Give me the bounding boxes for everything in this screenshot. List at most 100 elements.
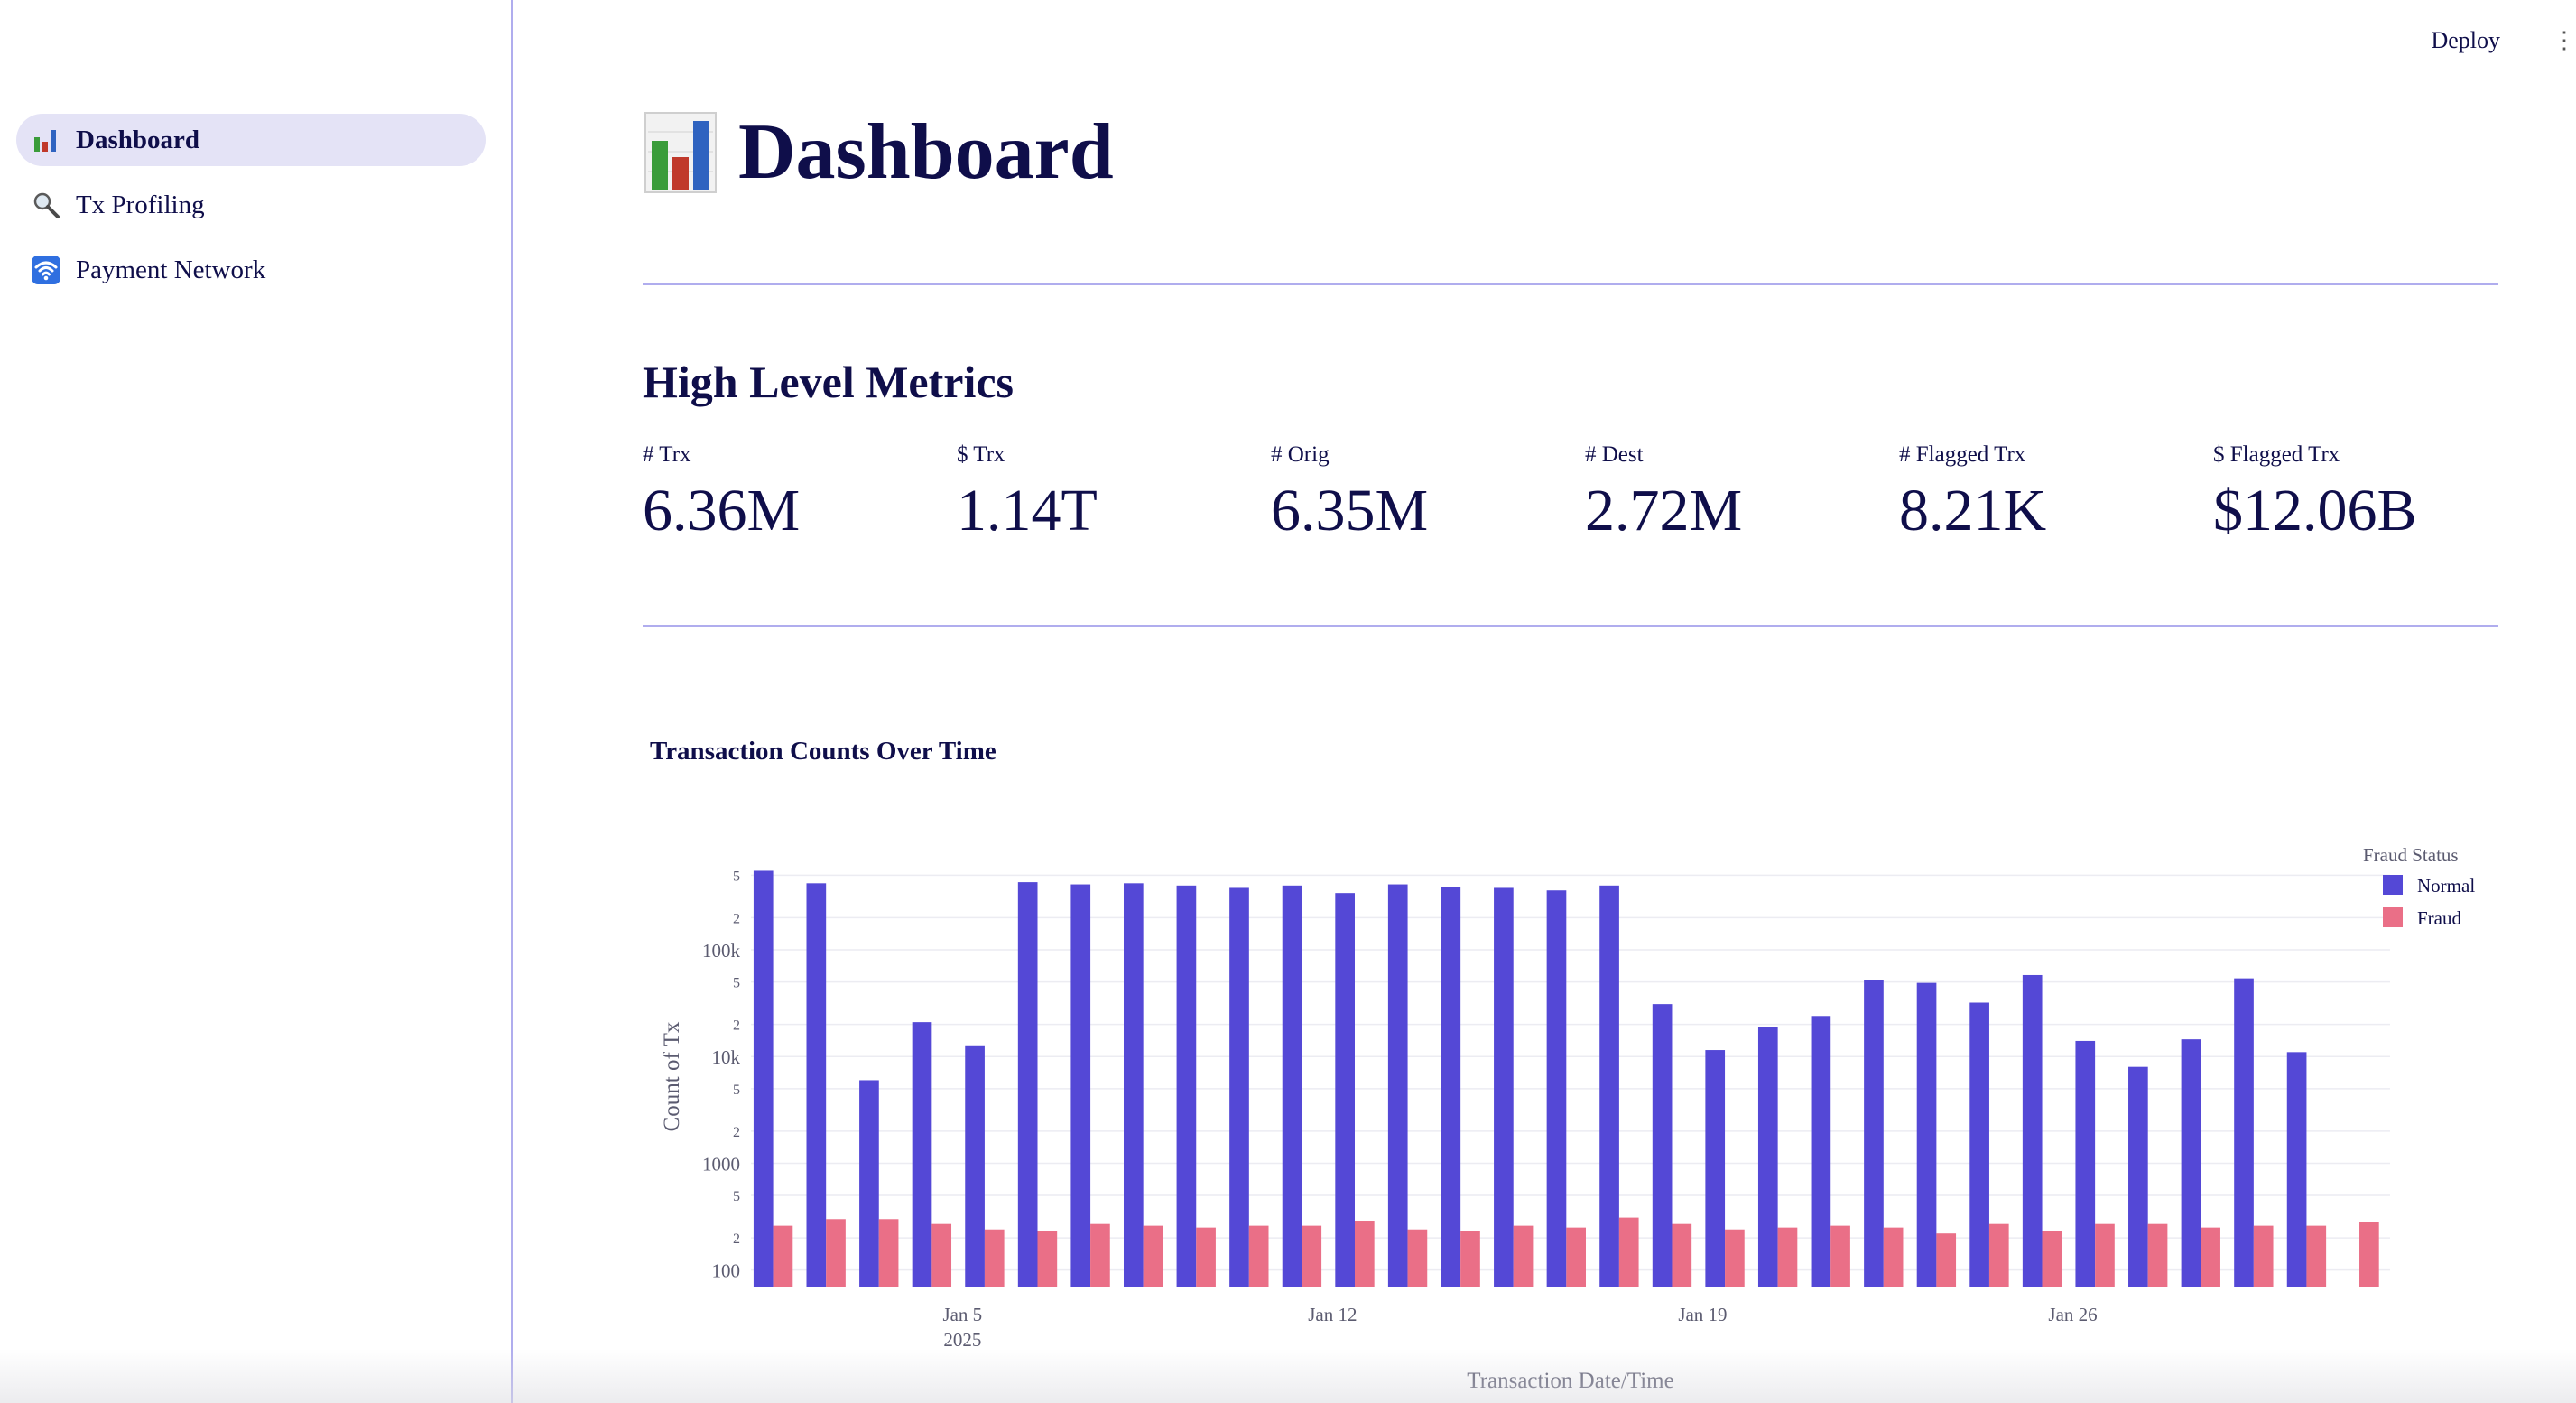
normal-bar[interactable] [2022, 974, 2043, 1287]
divider [643, 283, 2498, 285]
normal-bar[interactable] [2075, 1040, 2096, 1287]
normal-bar[interactable] [1335, 893, 1355, 1287]
x-tick-year: 2025 [943, 1329, 981, 1351]
fraud-bar[interactable] [2359, 1222, 2379, 1287]
normal-bar[interactable] [2128, 1066, 2148, 1287]
y-tick-label: 2 [733, 911, 740, 926]
legend-swatch [2383, 907, 2403, 927]
fraud-bar[interactable] [773, 1225, 793, 1287]
normal-bar[interactable] [1017, 882, 1038, 1287]
fraud-bar[interactable] [1988, 1223, 2009, 1287]
deploy-button[interactable]: Deploy [2431, 27, 2500, 54]
fraud-bar[interactable] [1513, 1225, 1534, 1287]
y-tick-label: 2 [733, 1125, 740, 1140]
sidebar-item-payment-network[interactable]: Payment Network [16, 244, 486, 296]
y-tick-label: 5 [733, 1189, 740, 1204]
fraud-bar[interactable] [2201, 1227, 2220, 1287]
fraud-bar[interactable] [1143, 1225, 1163, 1287]
fraud-bar[interactable] [1672, 1223, 1692, 1287]
fraud-bar[interactable] [2253, 1225, 2274, 1287]
fraud-bar[interactable] [878, 1219, 899, 1287]
normal-bar[interactable] [1969, 1002, 1989, 1287]
legend-swatch [2383, 875, 2403, 895]
normal-bar[interactable] [1652, 1004, 1673, 1287]
normal-bar[interactable] [1123, 883, 1144, 1287]
fraud-bar[interactable] [984, 1229, 1005, 1287]
fraud-bar[interactable] [1830, 1225, 1850, 1287]
metric-label: # Dest [1585, 442, 1644, 467]
normal-bar[interactable] [2286, 1052, 2307, 1287]
fraud-bar[interactable] [1302, 1225, 1322, 1287]
normal-bar[interactable] [1070, 884, 1091, 1287]
metric-label: # Orig [1271, 442, 1330, 467]
normal-bar[interactable] [2181, 1039, 2201, 1287]
fraud-bar[interactable] [1037, 1231, 1058, 1287]
fraud-bar[interactable] [2147, 1223, 2168, 1287]
normal-bar[interactable] [1441, 887, 1461, 1287]
normal-bar[interactable] [1864, 980, 1884, 1287]
fraud-bar[interactable] [1883, 1227, 1904, 1287]
chart-legend[interactable]: Fraud Status Normal Fraud [2363, 844, 2475, 929]
fraud-bar[interactable] [2306, 1225, 2327, 1287]
sidebar-item-label: Tx Profiling [76, 190, 205, 219]
y-axis-label: Count of Tx [660, 1021, 684, 1131]
fraud-bar[interactable] [1407, 1229, 1428, 1287]
normal-bar[interactable] [1387, 884, 1408, 1287]
normal-bar[interactable] [806, 883, 827, 1287]
main-content: Deploy ⋮ Dashboard High Level Metrics # … [514, 0, 2576, 1403]
fraud-bar[interactable] [1460, 1231, 1480, 1287]
metric-flagged-amount: $ Flagged Trx $12.06B [2213, 442, 2527, 545]
metric-value: 6.35M [1271, 478, 1429, 544]
fraud-bar[interactable] [1196, 1227, 1216, 1287]
normal-bar[interactable] [859, 1080, 879, 1287]
fraud-bar[interactable] [2042, 1231, 2062, 1287]
x-tick-label: Jan 5 [942, 1304, 982, 1325]
normal-bar[interactable] [1811, 1016, 1831, 1287]
metric-value: 1.14T [957, 478, 1098, 544]
y-tick-label: 100 [712, 1260, 741, 1282]
metric-value: 8.21K [1899, 478, 2047, 544]
x-axis-label: Transaction Date/Time [1467, 1369, 1673, 1393]
fraud-bar[interactable] [1936, 1233, 1957, 1287]
normal-bar[interactable] [1176, 885, 1197, 1287]
chart-bars[interactable] [753, 870, 2379, 1287]
normal-bar[interactable] [1282, 885, 1302, 1287]
bar-chart-icon [644, 111, 717, 193]
metric-value: $12.06B [2213, 478, 2417, 544]
more-menu-icon[interactable]: ⋮ [2553, 27, 2576, 54]
normal-bar[interactable] [965, 1045, 985, 1287]
fraud-bar[interactable] [2095, 1223, 2115, 1287]
fraud-bar[interactable] [1354, 1221, 1375, 1287]
legend-label: Fraud [2417, 907, 2461, 929]
normal-bar[interactable] [1494, 887, 1514, 1287]
fraud-bar[interactable] [1725, 1229, 1745, 1287]
normal-bar[interactable] [912, 1022, 932, 1287]
x-tick-label: Jan 19 [1678, 1304, 1727, 1325]
fraud-bar[interactable] [1618, 1217, 1639, 1287]
fraud-bar[interactable] [931, 1223, 952, 1287]
fraud-bar[interactable] [1248, 1225, 1269, 1287]
normal-bar[interactable] [1757, 1027, 1778, 1287]
normal-bar[interactable] [1229, 887, 1249, 1287]
metric-value: 6.36M [643, 478, 801, 544]
normal-bar[interactable] [1705, 1050, 1726, 1287]
sidebar-item-tx-profiling[interactable]: Tx Profiling [16, 179, 486, 231]
normal-bar[interactable] [1546, 890, 1567, 1287]
legend-label: Normal [2417, 875, 2475, 897]
normal-bar[interactable] [1916, 982, 1937, 1287]
transaction-chart[interactable]: 1002510002510k25100k25 Jan 52025Jan 12 Ja… [641, 831, 2563, 1403]
section-title: High Level Metrics [643, 357, 1014, 407]
normal-bar[interactable] [2234, 978, 2254, 1287]
legend-title: Fraud Status [2363, 844, 2459, 866]
sidebar-item-dashboard[interactable]: Dashboard [16, 114, 486, 166]
metrics-row: # Trx 6.36M $ Trx 1.14T # Orig 6.35M # D… [643, 442, 2527, 545]
fraud-bar[interactable] [1090, 1223, 1110, 1287]
fraud-bar[interactable] [826, 1219, 846, 1287]
sidebar-nav: Dashboard Tx Profiling Payment Network [16, 114, 486, 309]
metric-label: # Trx [643, 442, 691, 467]
normal-bar[interactable] [753, 870, 774, 1287]
normal-bar[interactable] [1599, 885, 1619, 1287]
fraud-bar[interactable] [1777, 1227, 1798, 1287]
fraud-bar[interactable] [1566, 1227, 1586, 1287]
divider [643, 625, 2498, 627]
